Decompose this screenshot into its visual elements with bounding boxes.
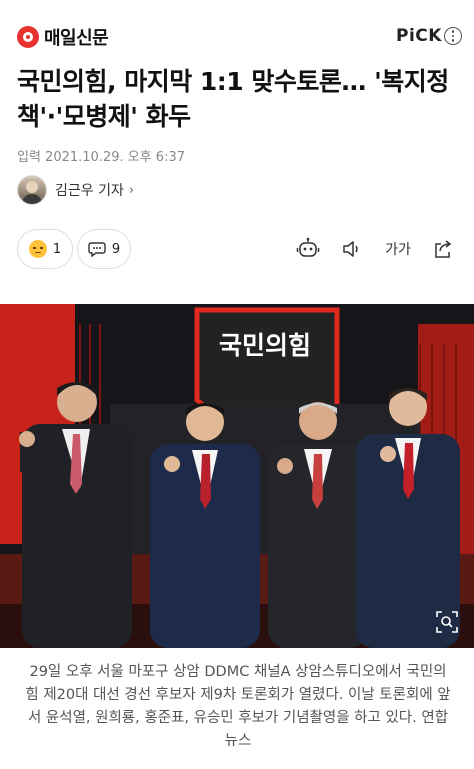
comment-button[interactable]: 9 [77,229,131,269]
avatar [17,175,47,205]
share-icon[interactable] [431,237,455,261]
reaction-count: 1 [52,241,62,257]
font-size-button[interactable]: 가가 [383,237,413,261]
tts-robot-icon[interactable] [295,237,321,261]
zoom-icon[interactable] [434,610,460,634]
more-icon[interactable] [444,27,462,45]
logo-text: 매일신문 [44,28,109,49]
reaction-button[interactable]: 1 [17,229,73,269]
article-toolbar: 1 9 가가 [17,229,457,269]
sad-face-icon [28,240,47,258]
reporter-name: 김근우 기자 [55,183,124,199]
brand-logo[interactable]: 매일신문 [17,24,109,50]
article-photo[interactable]: 국민의힘 [0,304,474,648]
comment-icon [88,242,106,258]
photo-sign-text: 국민의힘 [219,331,311,360]
chevron-right-icon: › [128,182,135,198]
header: 매일신문 PiCK [0,0,474,74]
pick-label[interactable]: PiCK [396,26,442,46]
article-headline: 국민의힘, 마지막 1:1 맞수토론… '복지정책'·'모병제' 화두 [17,67,449,131]
article-datetime: 입력 2021.10.29. 오후 6:37 [17,150,185,165]
reporter-link[interactable]: 김근우 기자 › [17,175,134,205]
speaker-icon[interactable] [340,237,364,261]
comment-count: 9 [111,241,121,257]
photo-illustration: 국민의힘 [0,304,474,648]
logo-icon [17,26,39,48]
photo-caption: 29일 오후 서울 마포구 상암 DDMC 채널A 상암스튜디오에서 국민의힘 … [25,664,451,749]
